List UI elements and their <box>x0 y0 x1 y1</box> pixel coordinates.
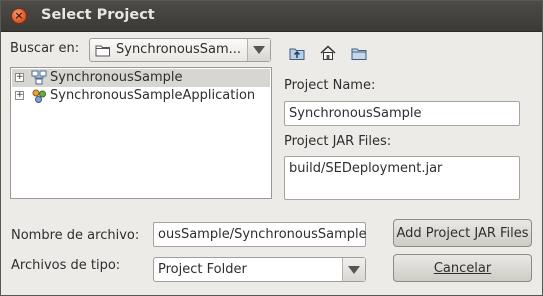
chevron-down-icon[interactable] <box>342 258 365 281</box>
tree-item-label: SynchronousSampleApplication <box>50 88 256 103</box>
title-bar: × Select Project <box>1 1 542 32</box>
filetype-combo[interactable]: Project Folder <box>153 257 366 282</box>
tree-item-synchronoussampleapplication[interactable]: + SynchronousSampleApplication <box>12 87 270 105</box>
add-project-jar-files-button[interactable]: Add Project JAR Files <box>393 219 532 247</box>
home-icon[interactable] <box>319 44 337 62</box>
window-title: Select Project <box>41 7 155 23</box>
expand-icon[interactable]: + <box>15 73 24 82</box>
filename-value: ousSample/SynchronousSample <box>158 227 367 242</box>
lookin-value: SynchronousSam... <box>116 42 242 57</box>
lookin-combo[interactable]: SynchronousSam... <box>89 38 271 62</box>
tree-item-label: SynchronousSample <box>50 70 183 85</box>
select-project-dialog: × Select Project Buscar en: SynchronousS… <box>0 0 543 296</box>
close-icon[interactable]: × <box>11 8 27 24</box>
project-name-label: Project Name: <box>284 78 376 93</box>
project-jar-files-list[interactable]: build/SEDeployment.jar <box>284 156 520 200</box>
filetype-label: Archivos de tipo: <box>11 258 121 273</box>
expand-icon[interactable]: + <box>15 91 24 100</box>
up-folder-icon[interactable] <box>288 44 306 62</box>
cancel-button[interactable]: Cancelar <box>393 254 532 282</box>
project-tree[interactable]: + SynchronousSample + SynchronousSampleA… <box>10 67 272 199</box>
tree-item-synchronoussample[interactable]: + SynchronousSample <box>12 69 270 87</box>
folder-icon <box>95 45 110 57</box>
filename-label: Nombre de archivo: <box>11 228 140 243</box>
filetype-value: Project Folder <box>158 262 247 277</box>
lookin-label: Buscar en: <box>10 41 80 56</box>
project-name-field[interactable]: SynchronousSample <box>284 101 520 126</box>
project-name-value: SynchronousSample <box>289 106 422 121</box>
project-jar-files-label: Project JAR Files: <box>284 134 392 149</box>
application-icon <box>32 89 46 103</box>
filename-input[interactable]: ousSample/SynchronousSample <box>153 222 367 247</box>
chevron-down-icon[interactable] <box>247 39 270 61</box>
project-icon <box>31 70 47 85</box>
project-jar-files-value: build/SEDeployment.jar <box>289 161 443 176</box>
new-folder-icon[interactable] <box>350 44 368 62</box>
